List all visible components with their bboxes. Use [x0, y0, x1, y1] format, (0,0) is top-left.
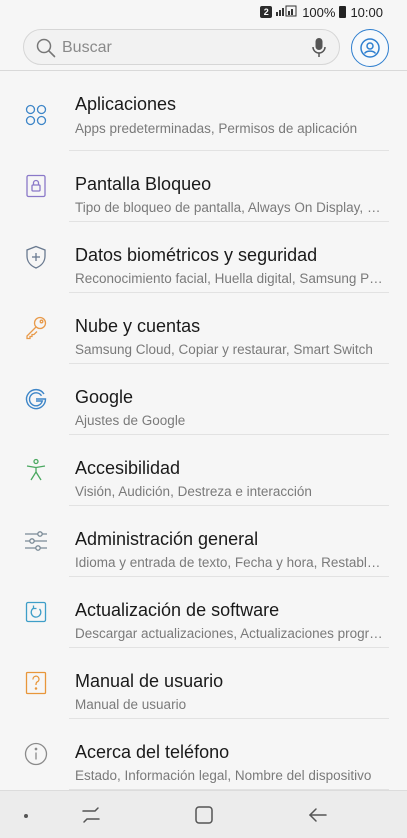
user-manual-icon — [25, 671, 47, 695]
settings-item-accesibilidad[interactable]: Accesibilidad Visión, Audición, Destreza… — [0, 435, 407, 506]
profile-button[interactable] — [351, 29, 389, 67]
settings-item-title: Actualización de software — [75, 600, 280, 620]
settings-item-aplicaciones[interactable]: Aplicaciones Apps predeterminadas, Permi… — [0, 71, 407, 151]
profile-icon — [360, 38, 380, 58]
settings-item-subtitle: Tipo de bloqueo de pantalla, Always On D… — [75, 200, 385, 215]
status-bar: 2 100% 10:00 — [0, 0, 407, 24]
settings-item-manual-usuario[interactable]: Manual de usuario Manual de usuario — [0, 648, 407, 719]
settings-item-acerca-telefono[interactable]: Acerca del teléfono Estado, Información … — [0, 719, 407, 790]
navigation-bar — [0, 790, 407, 838]
settings-item-subtitle: Estado, Información legal, Nombre del di… — [75, 768, 372, 783]
sliders-icon — [25, 531, 47, 551]
shield-icon — [26, 245, 46, 269]
settings-item-google[interactable]: Google Ajustes de Google — [0, 364, 407, 435]
settings-item-actualizacion-software[interactable]: Actualización de software Descargar actu… — [0, 577, 407, 648]
settings-item-title: Manual de usuario — [75, 671, 224, 691]
nav-hide-dot[interactable] — [24, 814, 28, 818]
search-row: Buscar — [23, 29, 389, 67]
settings-item-administracion-general[interactable]: Administración general Idioma y entrada … — [0, 506, 407, 577]
settings-item-subtitle: Apps predeterminadas, Permisos de aplica… — [75, 121, 358, 136]
battery-percent: 100% — [302, 4, 336, 20]
key-icon — [26, 316, 47, 340]
settings-item-title: Accesibilidad — [75, 458, 181, 478]
signal-icon — [276, 5, 298, 20]
lock-screen-icon — [26, 174, 46, 198]
info-icon — [24, 742, 48, 766]
back-icon[interactable] — [305, 803, 331, 827]
settings-list: Aplicaciones Apps predeterminadas, Permi… — [0, 71, 407, 790]
recent-apps-icon[interactable] — [78, 803, 104, 827]
sim-slot-badge: 2 — [260, 6, 273, 18]
home-icon[interactable] — [191, 803, 217, 827]
search-placeholder: Buscar — [62, 39, 112, 56]
settings-item-subtitle: Reconocimiento facial, Huella digital, S… — [75, 271, 385, 286]
settings-item-biometricos-seguridad[interactable]: Datos biométricos y seguridad Reconocimi… — [0, 222, 407, 293]
software-update-icon — [25, 601, 47, 623]
settings-item-subtitle: Ajustes de Google — [75, 413, 186, 428]
settings-item-nube-cuentas[interactable]: Nube y cuentas Samsung Cloud, Copiar y r… — [0, 293, 407, 364]
clock: 10:00 — [350, 4, 383, 20]
microphone-icon[interactable] — [311, 37, 327, 59]
settings-item-title: Pantalla Bloqueo — [75, 174, 212, 194]
settings-item-subtitle: Manual de usuario — [75, 697, 187, 712]
status-icons: 2 100% 10:00 — [260, 4, 383, 20]
search-icon — [36, 38, 56, 58]
settings-item-title: Aplicaciones — [75, 94, 177, 114]
settings-item-title: Google — [75, 387, 134, 407]
settings-item-title: Nube y cuentas — [75, 316, 201, 336]
settings-item-title: Datos biométricos y seguridad — [75, 245, 318, 265]
search-input[interactable]: Buscar — [23, 29, 340, 65]
settings-item-subtitle: Descargar actualizaciones, Actualizacion… — [75, 626, 385, 641]
settings-item-title: Administración general — [75, 529, 259, 549]
settings-item-title: Acerca del teléfono — [75, 742, 230, 762]
battery-icon — [339, 6, 347, 18]
apps-icon — [25, 104, 47, 126]
settings-item-subtitle: Samsung Cloud, Copiar y restaurar, Smart… — [75, 342, 373, 357]
accessibility-icon — [26, 458, 46, 481]
google-icon — [25, 388, 47, 410]
settings-item-subtitle: Idioma y entrada de texto, Fecha y hora,… — [75, 555, 385, 570]
settings-item-pantalla-bloqueo[interactable]: Pantalla Bloqueo Tipo de bloqueo de pant… — [0, 151, 407, 222]
settings-item-subtitle: Visión, Audición, Destreza e interacción — [75, 484, 312, 499]
